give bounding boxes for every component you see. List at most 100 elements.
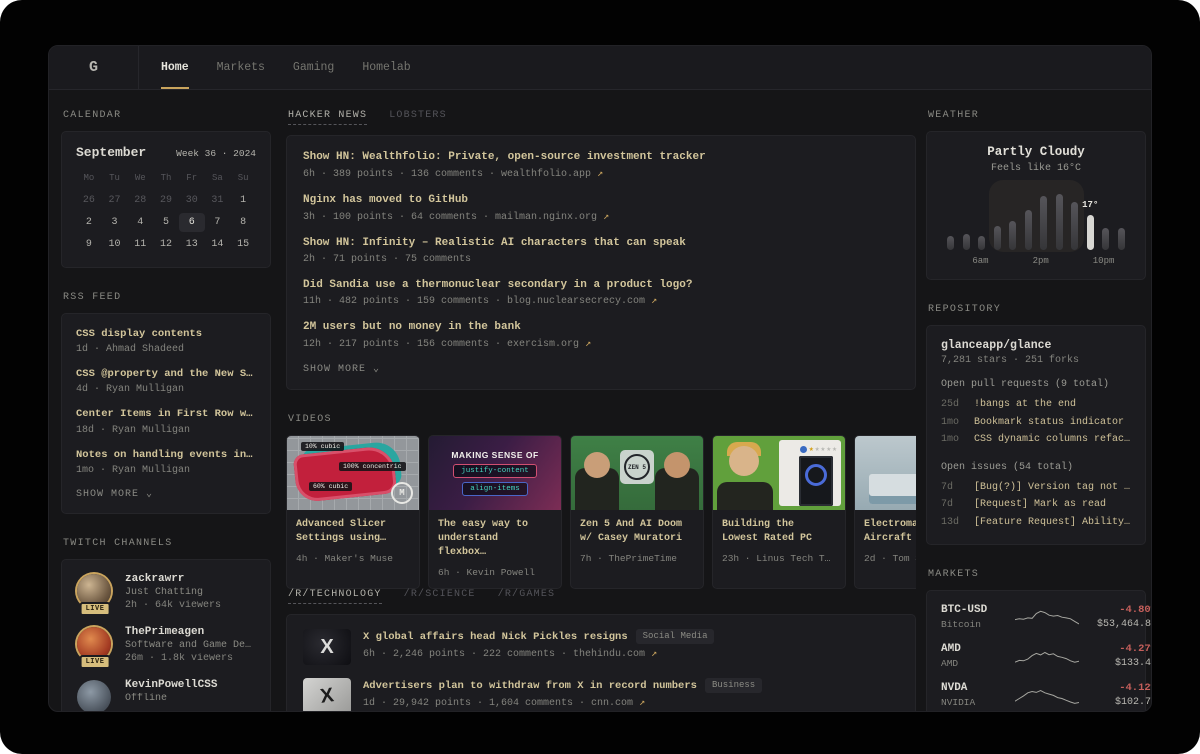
calendar-day[interactable]: 13 — [179, 235, 205, 254]
reddit-post-meta: 6h · 2,246 points · 222 comments · thehi… — [363, 648, 714, 660]
calendar-day[interactable]: 29 — [153, 191, 179, 210]
reddit-post-title: X global affairs head Nick Pickles resig… — [363, 629, 714, 645]
hn-story[interactable]: 2M users but no money in the bank 12h · … — [303, 320, 899, 350]
calendar-day[interactable]: 10 — [102, 235, 128, 254]
rss-show-more-button[interactable]: SHOW MORE ⌄ — [76, 488, 256, 500]
calendar-day[interactable]: 8 — [230, 213, 256, 232]
repository-widget: glanceapp/glance 7,281 stars · 251 forks… — [926, 325, 1146, 545]
video-card[interactable]: ZEN 5 Zen 5 And AI Doom w/ Casey Murator… — [570, 435, 704, 589]
tab-r-science[interactable]: /R/SCIENCE — [404, 589, 476, 604]
calendar-day[interactable]: 12 — [153, 235, 179, 254]
screen-frame: G Home Markets Gaming Homelab CALENDAR S… — [0, 0, 1200, 754]
hn-story[interactable]: Did Sandia use a thermonuclear secondary… — [303, 278, 899, 308]
calendar-day[interactable]: 28 — [127, 191, 153, 210]
tab-r-games[interactable]: /R/GAMES — [498, 589, 556, 604]
hn-story[interactable]: Show HN: Infinity – Realistic AI charact… — [303, 236, 899, 265]
twitch-channel-row[interactable]: KevinPowellCSS Offline — [76, 679, 256, 711]
reddit-post[interactable]: X Advertisers plan to withdraw from X in… — [303, 678, 899, 711]
twitch-channel-row[interactable]: LIVE ThePrimeagen Software and Game Deve… — [76, 626, 256, 664]
market-row[interactable]: AMD AMD -4.27% $133.48 — [941, 643, 1131, 669]
issue-title[interactable]: [Request] Mark as read — [974, 496, 1106, 514]
rss-item[interactable]: Center Items in First Row with… 18d · Ry… — [76, 407, 256, 435]
hn-story-title: Did Sandia use a thermonuclear secondary… — [303, 278, 899, 293]
weather-bar-cell — [1021, 186, 1037, 250]
video-meta: 4h · Maker's Muse — [296, 553, 410, 564]
hn-story-meta: 3h · 100 points · 64 comments · mailman.… — [303, 211, 899, 223]
video-card[interactable]: 10% cubic 100% concentric 60% cubic M Ad… — [286, 435, 420, 589]
rss-section-label: RSS FEED — [63, 292, 271, 303]
reddit-post[interactable]: X X global affairs head Nick Pickles res… — [303, 629, 899, 665]
main-nav: Home Markets Gaming Homelab — [161, 46, 411, 89]
hn-story[interactable]: Show HN: Wealthfolio: Private, open-sour… — [303, 150, 899, 180]
video-title: Advanced Slicer Settings using… — [296, 518, 410, 546]
market-row[interactable]: BTC-USD Bitcoin -4.80% $53,464.86 — [941, 604, 1131, 630]
weather-axis-label — [1049, 256, 1064, 266]
market-name: AMD — [941, 658, 1015, 669]
hn-show-more-button[interactable]: SHOW MORE ⌄ — [303, 363, 899, 375]
external-link-icon: ↗ — [585, 339, 591, 350]
calendar-day[interactable]: 5 — [153, 213, 179, 232]
star-rating: ★★★★★ — [800, 444, 837, 454]
weather-axis-label — [1003, 256, 1018, 266]
calendar-day[interactable]: 7 — [205, 213, 231, 232]
nav-tab-markets[interactable]: Markets — [217, 46, 265, 89]
weather-bar-cell — [1052, 186, 1068, 250]
market-row[interactable]: NVDA NVIDIA -4.12% $102.79 — [941, 682, 1131, 708]
calendar-day[interactable]: 2 — [76, 213, 102, 232]
tab-r-technology[interactable]: /R/TECHNOLOGY — [288, 589, 382, 604]
weather-bar — [1071, 202, 1078, 250]
video-card[interactable]: MAKING SENSE OF justify-content align-it… — [428, 435, 562, 589]
repo-name[interactable]: glanceapp/glance — [941, 339, 1131, 352]
video-card[interactable]: Electromagnetic Aircraft Launcher 2d · T… — [854, 435, 916, 589]
market-price: $53,464.86 — [1079, 619, 1151, 630]
video-card[interactable]: ★★★★★ Building the Lowest Rated PC 23h ·… — [712, 435, 846, 589]
video-title: Zen 5 And AI Doom w/ Casey Muratori — [580, 518, 694, 546]
weather-bar-cell — [974, 186, 990, 250]
weather-bar — [1056, 194, 1063, 250]
nav-tab-gaming[interactable]: Gaming — [293, 46, 334, 89]
twitch-channel-row[interactable]: LIVE zackrawrr Just Chatting 2h · 64k vi… — [76, 573, 256, 611]
star-icon: ★ — [815, 444, 820, 454]
calendar-day[interactable]: 9 — [76, 235, 102, 254]
rss-item[interactable]: CSS @property and the New Style 4d · Rya… — [76, 367, 256, 395]
rss-item-title: CSS display contents — [76, 327, 256, 341]
calendar-day[interactable]: 11 — [127, 235, 153, 254]
nav-tab-home[interactable]: Home — [161, 46, 189, 89]
pr-title[interactable]: CSS dynamic columns refactor an… — [974, 431, 1131, 449]
pr-age: 1mo — [941, 414, 967, 432]
hn-story[interactable]: Nginx has moved to GitHub 3h · 100 point… — [303, 193, 899, 223]
current-temp-label: 17° — [1082, 200, 1098, 210]
calendar-day[interactable]: 15 — [230, 235, 256, 254]
weather-bar — [1118, 228, 1125, 250]
app-logo[interactable]: G — [49, 46, 139, 89]
hn-story-title: Show HN: Wealthfolio: Private, open-sour… — [303, 150, 899, 165]
rss-item[interactable]: CSS display contents 1d · Ahmad Shadeed — [76, 327, 256, 355]
tab-lobsters[interactable]: LOBSTERS — [389, 110, 447, 125]
calendar-day[interactable]: 1 — [230, 191, 256, 210]
reddit-post-title: Advertisers plan to withdraw from X in r… — [363, 678, 762, 694]
calendar-day[interactable]: 30 — [179, 191, 205, 210]
calendar-day[interactable]: 6 — [179, 213, 205, 232]
pr-title[interactable]: Bookmark status indicator — [974, 414, 1124, 432]
video-thumbnail-flexbox: MAKING SENSE OF justify-content align-it… — [429, 436, 561, 510]
rss-item[interactable]: Notes on handling events in We… 1mo · Ry… — [76, 448, 256, 476]
video-title: Electromagnetic Aircraft Launcher — [864, 518, 916, 546]
issue-title[interactable]: [Feature Request] Ability to ch… — [974, 514, 1131, 532]
calendar-day[interactable]: 14 — [205, 235, 231, 254]
tab-hacker-news[interactable]: HACKER NEWS — [288, 110, 367, 125]
calendar-day[interactable]: 26 — [76, 191, 102, 210]
market-change: -4.12% — [1079, 682, 1151, 694]
video-title: Building the Lowest Rated PC — [722, 518, 836, 546]
issue-title[interactable]: [Bug(?)] Version tag not showin… — [974, 479, 1131, 497]
middle-column: HACKER NEWS LOBSTERS Show HN: Wealthfoli… — [286, 110, 916, 711]
calendar-day[interactable]: 3 — [102, 213, 128, 232]
calendar-day[interactable]: 27 — [102, 191, 128, 210]
pr-title[interactable]: !bangs at the end — [974, 396, 1076, 414]
issue-age: 7d — [941, 496, 967, 514]
video-title: The easy way to understand flexbox… — [438, 518, 552, 560]
nav-tab-homelab[interactable]: Homelab — [362, 46, 410, 89]
calendar-section-label: CALENDAR — [63, 110, 271, 121]
calendar-day[interactable]: 4 — [127, 213, 153, 232]
calendar-day[interactable]: 31 — [205, 191, 231, 210]
reddit-tabs: /R/TECHNOLOGY /R/SCIENCE /R/GAMES — [288, 589, 916, 604]
